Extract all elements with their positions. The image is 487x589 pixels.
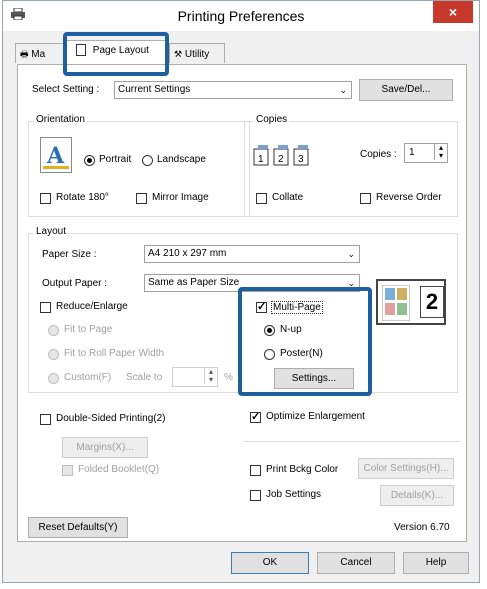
- cancel-button[interactable]: Cancel: [317, 552, 395, 574]
- job-settings-label: Job Settings: [266, 489, 322, 500]
- fit-to-roll-label: Fit to Roll Paper Width: [64, 348, 165, 359]
- output-paper-label: Output Paper :: [42, 278, 108, 289]
- page-layout-tab-highlight: [63, 32, 169, 76]
- tab-utility[interactable]: ⚒ Utility: [169, 43, 225, 63]
- optimize-enlargement-checkbox[interactable]: [250, 410, 261, 423]
- scale-to-stepper[interactable]: ▴ ▾: [172, 367, 218, 387]
- reduce-enlarge-checkbox[interactable]: [40, 302, 51, 313]
- layout-title: Layout: [34, 226, 69, 237]
- print-bkg-color-checkbox[interactable]: [250, 465, 261, 476]
- margins-button[interactable]: Margins(X)...: [62, 437, 148, 458]
- portrait-label: Portrait: [99, 154, 132, 165]
- custom-label: Custom(F): [64, 372, 112, 383]
- double-sided-label: Double-Sided Printing(2): [56, 413, 166, 424]
- optimize-enlargement-label: Optimize Enlargement: [266, 411, 365, 422]
- tab-utility-label: Utility: [184, 49, 210, 60]
- copies-value: 1: [409, 147, 415, 158]
- close-button[interactable]: ×: [433, 1, 473, 23]
- divider: [244, 441, 460, 442]
- ok-button[interactable]: OK: [231, 552, 309, 574]
- collate-label: Collate: [272, 192, 304, 203]
- svg-text:A: A: [46, 143, 65, 169]
- double-sided-checkbox[interactable]: [40, 414, 51, 425]
- spin-arrows-icon[interactable]: ▴ ▾: [204, 368, 217, 384]
- save-del-button[interactable]: Save/Del...: [359, 79, 453, 101]
- svg-text:2: 2: [278, 154, 284, 165]
- layout-preview: 2: [376, 279, 446, 325]
- svg-text:1: 1: [258, 154, 264, 165]
- fit-to-page-label: Fit to Page: [64, 324, 113, 335]
- print-bkg-color-label: Print Bckg Color: [266, 464, 339, 475]
- rotate-180-checkbox[interactable]: [40, 193, 51, 204]
- copies-title: Copies: [254, 114, 290, 125]
- folded-booklet-label: Folded Booklet(Q): [78, 464, 160, 475]
- reverse-order-checkbox[interactable]: [360, 193, 371, 204]
- tab-main[interactable]: 🖶 Ma: [15, 43, 65, 63]
- details-button[interactable]: Details(K)...: [380, 485, 454, 506]
- job-settings-checkbox[interactable]: [250, 490, 261, 501]
- spin-arrows-icon[interactable]: ▴ ▾: [434, 144, 447, 160]
- landscape-label: Landscape: [157, 154, 206, 165]
- wrench-icon: ⚒: [174, 49, 183, 59]
- collate-checkbox[interactable]: [256, 193, 267, 204]
- select-setting-value: Current Settings: [118, 84, 191, 95]
- svg-text:3: 3: [298, 154, 304, 165]
- version-label: Version 6.70: [394, 522, 450, 533]
- rotate-180-label: Rotate 180°: [56, 192, 109, 203]
- fit-to-page-radio[interactable]: [48, 325, 59, 336]
- tab-main-label: Ma: [31, 49, 46, 60]
- orientation-title: Orientation: [34, 114, 87, 125]
- two-up-preview-icon: [382, 285, 410, 321]
- chevron-down-icon: ⌄: [347, 249, 355, 259]
- copies-label: Copies :: [360, 149, 397, 160]
- paper-size-value: A4 210 x 297 mm: [148, 248, 227, 259]
- landscape-radio[interactable]: [142, 155, 153, 166]
- mirror-image-label: Mirror Image: [152, 192, 209, 203]
- title-bar: Printing Preferences ×: [3, 1, 479, 31]
- multi-page-highlight: [238, 287, 372, 396]
- reverse-order-label: Reverse Order: [376, 192, 442, 203]
- copies-stepper[interactable]: 1 ▴ ▾: [404, 143, 448, 163]
- fit-to-roll-radio[interactable]: [48, 349, 59, 360]
- color-settings-button[interactable]: Color Settings(H)...: [358, 458, 454, 479]
- reset-defaults-button[interactable]: Reset Defaults(Y): [28, 517, 128, 538]
- folded-booklet-checkbox[interactable]: [62, 465, 73, 476]
- scale-to-label: Scale to: [126, 372, 163, 383]
- portrait-radio[interactable]: [84, 155, 95, 166]
- portrait-preview-icon: A: [40, 137, 72, 173]
- output-paper-value: Same as Paper Size: [148, 277, 240, 288]
- select-setting-dropdown[interactable]: Current Settings ⌄: [114, 81, 352, 99]
- select-setting-label: Select Setting :: [32, 84, 100, 95]
- mirror-image-checkbox[interactable]: [136, 193, 147, 204]
- printer-icon: 🖶: [20, 49, 29, 59]
- reduce-enlarge-label: Reduce/Enlarge: [56, 301, 128, 312]
- percent-label: %: [224, 372, 233, 383]
- chevron-down-icon: ⌄: [339, 85, 347, 95]
- paper-size-label: Paper Size :: [42, 249, 97, 260]
- pages-per-sheet-number: 2: [420, 286, 444, 318]
- collate-pages-icon: 1 2 3: [252, 143, 312, 167]
- paper-size-dropdown[interactable]: A4 210 x 297 mm ⌄: [144, 245, 360, 263]
- custom-radio[interactable]: [48, 373, 59, 384]
- help-button[interactable]: Help: [403, 552, 469, 574]
- window-title: Printing Preferences: [177, 8, 305, 24]
